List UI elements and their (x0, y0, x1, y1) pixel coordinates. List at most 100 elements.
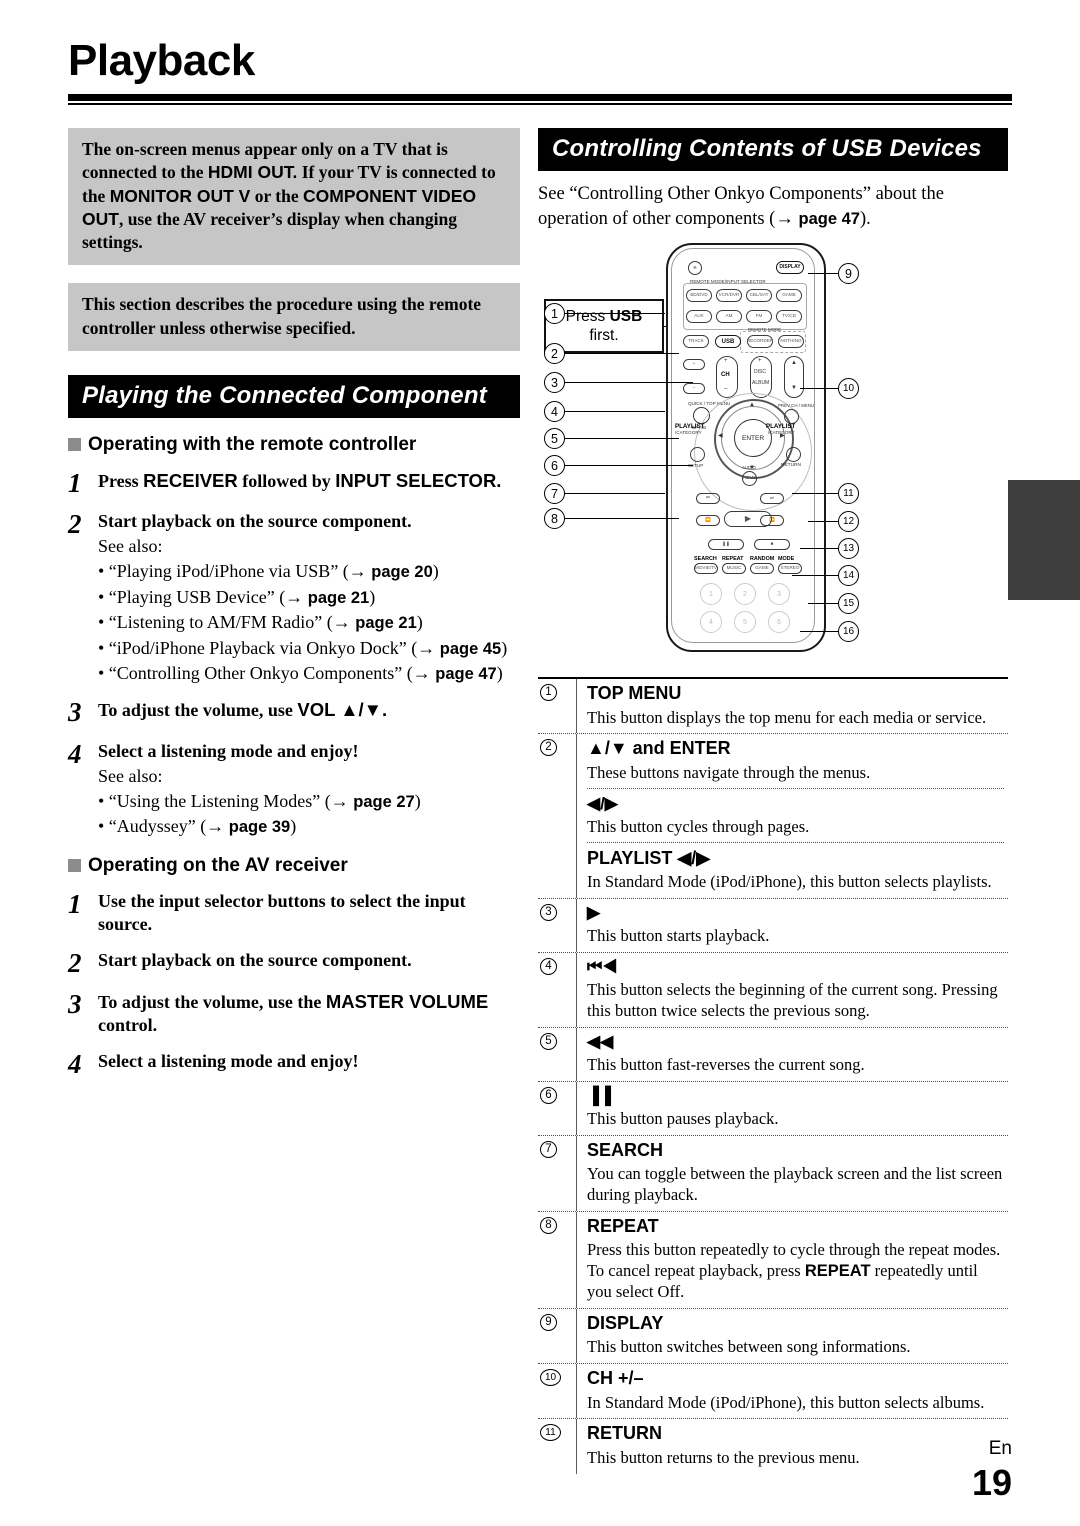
keypad-button-4: 4 (700, 611, 722, 634)
subheading-0: Operating with the remote controller (68, 434, 520, 456)
callout-leader-line (565, 465, 693, 467)
table-entry: ▶ This button starts playback. (587, 902, 1004, 947)
table-entry: ▐▐ This button pauses playback. (587, 1085, 1004, 1130)
step-body: To adjust the volume, use the MASTER VOL… (98, 990, 520, 1037)
desc-text: Press this button repeatedly to cycle th… (587, 1240, 1001, 1260)
step-text: Select a listening mode and enjoy! (98, 740, 359, 761)
remote-controller-note: This section describes the procedure usi… (68, 283, 520, 351)
callout-leader-line (792, 575, 838, 577)
callout-leader-line (565, 353, 679, 355)
table-row: 5 ◀◀ This button fast-reverses the current… (538, 1027, 1008, 1082)
button-name: SEARCH (587, 1139, 664, 1160)
see-also-item: • “Playing iPod/iPhone via USB” (→ page … (98, 561, 439, 582)
callout-number-badge: 4 (540, 958, 557, 975)
page-reference[interactable]: page 20 (371, 563, 432, 581)
button-description: These buttons navigate through the menus… (587, 763, 1004, 784)
step-body: Start playback on the source component. S… (98, 510, 520, 685)
playlist-right-sub-label: /CATEGORY (768, 430, 795, 436)
button-name: PLAYLIST ◀/▶ (587, 847, 711, 868)
transport-button-stereo: STEREO (778, 563, 802, 575)
keypad-button-1: 1 (700, 583, 722, 606)
home-button: HOME (742, 471, 757, 487)
table-row-body: CH +/– In Standard Mode (iPod/iPhone), th… (576, 1364, 1008, 1419)
page-reference[interactable]: page 47 (798, 210, 859, 228)
page-reference[interactable]: page 47 (435, 665, 496, 683)
button-name: DISPLAY (587, 1312, 664, 1333)
subheading-label: Operating on the AV receiver (88, 854, 348, 876)
step-heading: To adjust the volume, use the MASTER VOL… (98, 990, 520, 1037)
ch-plus-label: + (724, 358, 728, 365)
callout-number-badge: 1 (540, 684, 557, 702)
prev-ch-menu-button (784, 409, 799, 425)
desc-text: This button switches between song inform… (587, 1337, 911, 1357)
step-item: 4 Select a listening mode and enjoy! (68, 1050, 520, 1079)
table-entry: ◀/▶ This button cycles through pages. (587, 787, 1004, 838)
callout-marker-11: 11 (838, 483, 859, 505)
vol-up-button: + (683, 359, 705, 371)
step-emphasis: INPUT SELECTOR. (335, 469, 502, 491)
desc-text: In Standard Mode (iPod/iPhone), this but… (587, 872, 992, 892)
page-reference[interactable]: page 27 (353, 793, 414, 811)
arrow-right-icon: → (348, 561, 367, 582)
input-selector-aux-button: AUX (686, 310, 712, 324)
table-row-number: 1 (538, 679, 576, 733)
callout-number-badge: 9 (540, 1313, 557, 1331)
callout-leader-line (565, 411, 665, 413)
callout-marker-15: 15 (838, 593, 859, 615)
callout-marker-10: 10 (838, 378, 859, 400)
step-item: 2 Start playback on the source component.… (68, 510, 520, 685)
note-text: or the (250, 185, 304, 206)
callout-leader-line (808, 603, 838, 605)
step-number: 2 (68, 509, 82, 540)
step-number: 3 (68, 697, 82, 728)
step-emphasis: RECEIVER (143, 469, 238, 491)
desc-text: This button fast-reverses the current so… (587, 1055, 865, 1075)
button-description: This button pauses playback. (587, 1109, 1004, 1130)
dial-up-arrow-icon: ▲ (749, 402, 755, 409)
transport-label-random: RANDOM (750, 556, 775, 563)
page-reference[interactable]: page 21 (355, 614, 416, 632)
section-bar-playing-connected-component: Playing the Connected Component (68, 374, 520, 418)
subheading-label: Operating with the remote controller (88, 433, 417, 455)
page-title: Playback (68, 36, 255, 85)
table-row: 4 ⏮◀ This button selects the beginning of … (538, 953, 1008, 1028)
step-heading: Start playback on the source component. (98, 510, 520, 533)
page-reference[interactable]: page 39 (229, 818, 290, 836)
button-name: CH +/– (587, 1368, 644, 1389)
transport-label-mode: MODE (778, 556, 795, 563)
usb-intro-before: See “Controlling Other Onkyo Components”… (538, 184, 944, 230)
fast-reverse-button: ⏪ (696, 515, 720, 527)
table-entry: DISPLAY This button switches between song… (587, 1312, 1004, 1358)
button-name: REPEAT (587, 1215, 659, 1236)
manual-page: Playback The on-screen menus appear only… (0, 0, 1080, 1526)
pause-button: ❚❚ (708, 539, 744, 551)
rocker-down-arrow-icon: ▼ (791, 385, 797, 392)
step-number: 2 (68, 947, 82, 978)
button-name: ⏮◀ (587, 957, 618, 976)
table-row-number: 2 (538, 734, 576, 898)
table-row-number: 9 (538, 1309, 576, 1363)
step-text: Use the input selector buttons to select… (98, 890, 466, 934)
page-reference[interactable]: page 21 (308, 589, 369, 607)
playlist-left-sub-label: /CATEGORY (675, 430, 702, 436)
press-usb-prefix: Press (565, 307, 610, 325)
callout-number-badge: 2 (540, 739, 557, 757)
step-text: Select a listening mode and enjoy! (98, 1051, 359, 1072)
prev-ch-menu-label: PREV CH / MENU (778, 403, 815, 409)
step-text: Start playback on the source component. (98, 949, 412, 970)
playlist-left-label: PLAYLIST (675, 423, 705, 431)
table-row-body: ◀◀ This button fast-reverses the current … (576, 1027, 1008, 1081)
input-selector-bd-dvd-button: BD/DVD (686, 289, 712, 303)
button-description: Press this button repeatedly to cycle th… (587, 1240, 1004, 1302)
square-bullet-icon (68, 859, 81, 873)
callout-number-badge: 7 (540, 1140, 557, 1158)
see-also-list: • “Playing iPod/iPhone via USB” (→ page … (98, 560, 520, 685)
button-description: This button cycles through pages. (587, 817, 1004, 838)
button-description: In Standard Mode (iPod/iPhone), this but… (587, 1393, 1004, 1414)
step-item: 3 To adjust the volume, use VOL ▲/▼. (68, 697, 520, 728)
callout-leader-line (800, 388, 838, 390)
page-reference[interactable]: page 45 (440, 640, 501, 658)
input-selector-group-label: REMOTE MODE/INPUT SELECTOR (690, 279, 766, 285)
button-description-table: 1 TOP MENU This button displays the top me… (538, 677, 1008, 1474)
step-heading: Press RECEIVER followed by INPUT SELECTO… (98, 469, 520, 493)
